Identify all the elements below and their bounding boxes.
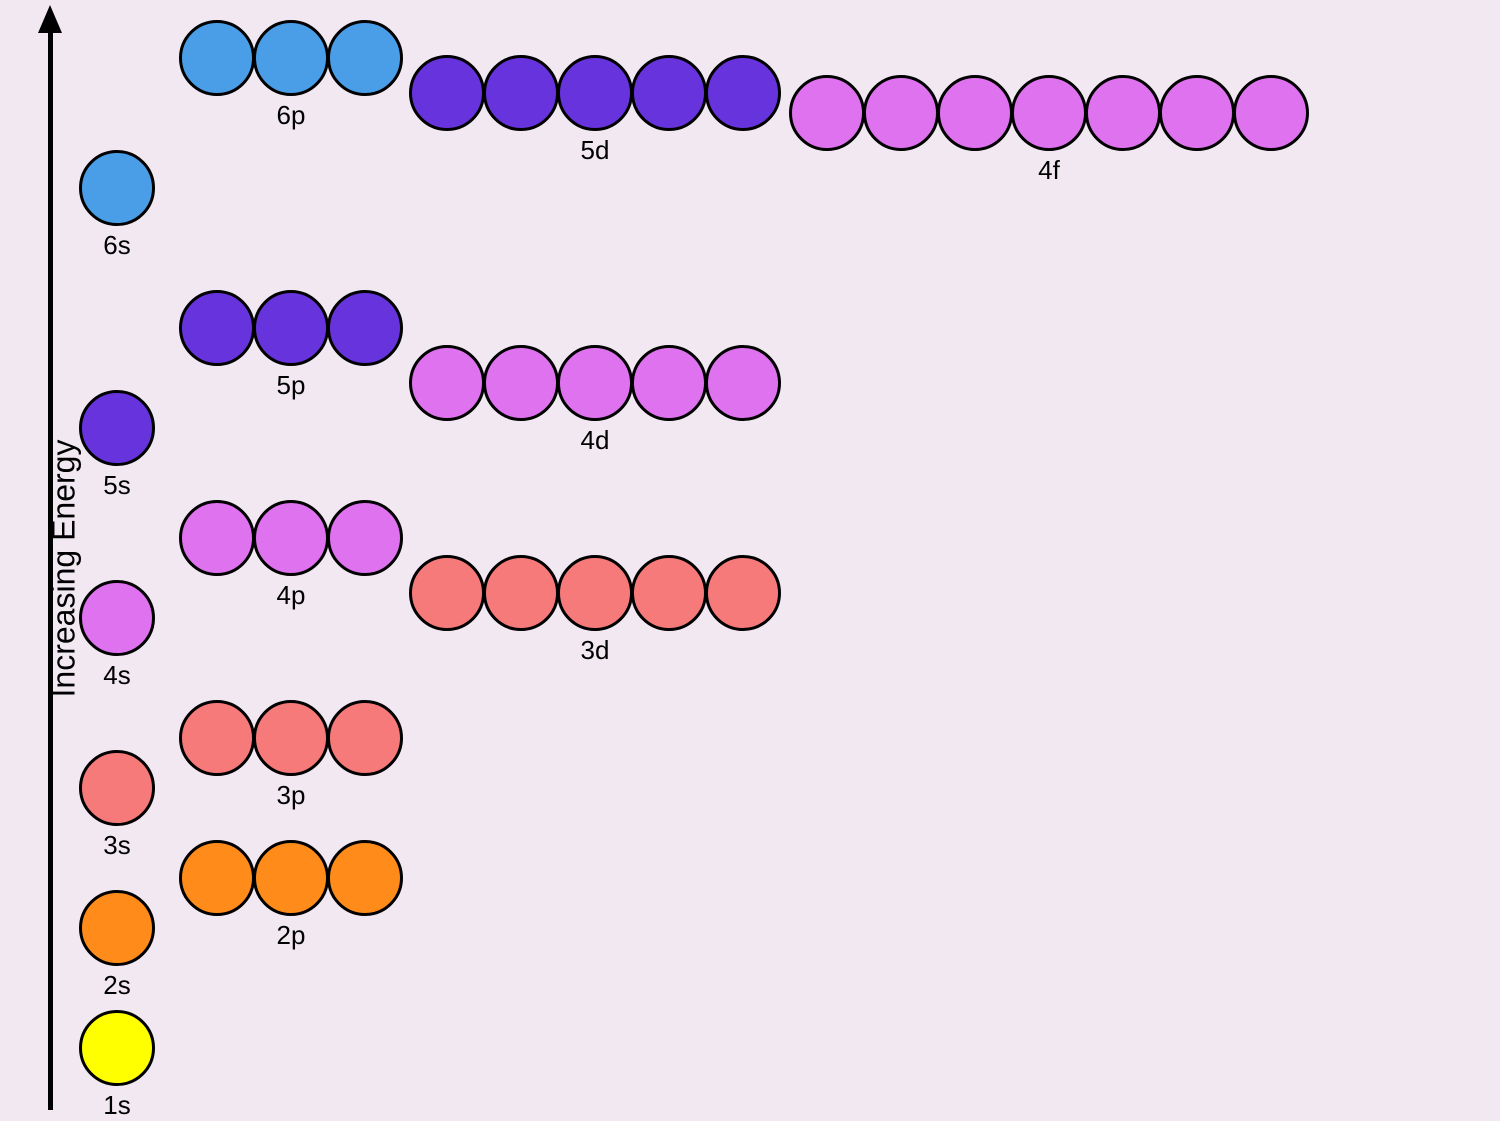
- orbital-circle: [253, 500, 329, 576]
- orbital-circle: [483, 555, 559, 631]
- orbital-circle: [253, 290, 329, 366]
- orbital-group-4f: 4f: [790, 75, 1308, 186]
- orbital-circles: [410, 345, 780, 421]
- orbital-circle: [327, 700, 403, 776]
- orbital-circle: [557, 345, 633, 421]
- orbital-group-6s: 6s: [80, 150, 154, 261]
- orbital-circle: [1085, 75, 1161, 151]
- orbital-circle: [483, 55, 559, 131]
- orbital-group-3p: 3p: [180, 700, 402, 811]
- orbital-group-1s: 1s: [80, 1010, 154, 1121]
- orbital-group-2s: 2s: [80, 890, 154, 1001]
- orbital-label: 4d: [581, 425, 610, 456]
- orbital-circle: [79, 750, 155, 826]
- orbital-group-5p: 5p: [180, 290, 402, 401]
- orbital-circles: [180, 20, 402, 96]
- orbital-circle: [1233, 75, 1309, 151]
- orbital-label: 4f: [1038, 155, 1060, 186]
- orbital-circle: [631, 55, 707, 131]
- orbital-circles: [410, 555, 780, 631]
- orbital-group-3d: 3d: [410, 555, 780, 666]
- orbital-label: 3p: [277, 780, 306, 811]
- orbital-group-5d: 5d: [410, 55, 780, 166]
- orbital-group-6p: 6p: [180, 20, 402, 131]
- orbital-circle: [789, 75, 865, 151]
- orbital-circle: [253, 840, 329, 916]
- orbital-circle: [179, 700, 255, 776]
- orbital-circles: [80, 580, 154, 656]
- orbital-circles: [180, 500, 402, 576]
- orbital-circle: [327, 290, 403, 366]
- orbital-circles: [410, 55, 780, 131]
- orbital-circle: [631, 555, 707, 631]
- orbital-circle: [179, 20, 255, 96]
- orbital-circles: [180, 840, 402, 916]
- orbital-circle: [179, 840, 255, 916]
- orbital-group-4p: 4p: [180, 500, 402, 611]
- orbital-circle: [409, 55, 485, 131]
- orbital-circle: [705, 345, 781, 421]
- orbital-circle: [327, 840, 403, 916]
- orbital-circles: [80, 390, 154, 466]
- orbital-circle: [79, 390, 155, 466]
- orbital-circle: [557, 555, 633, 631]
- orbital-circle: [705, 55, 781, 131]
- orbital-label: 5s: [103, 470, 130, 501]
- energy-level-diagram: Increasing Energy 1s 2s 2p 3s 3p 4s 3d 4p 5s 4d 5p…: [0, 0, 1500, 1118]
- orbital-group-4s: 4s: [80, 580, 154, 691]
- orbital-label: 6p: [277, 100, 306, 131]
- orbital-circle: [79, 1010, 155, 1086]
- orbital-circles: [80, 750, 154, 826]
- orbital-circle: [327, 500, 403, 576]
- orbital-circle: [409, 555, 485, 631]
- orbital-label: 4p: [277, 580, 306, 611]
- orbital-label: 1s: [103, 1090, 130, 1121]
- orbital-circle: [79, 150, 155, 226]
- orbital-circle: [1159, 75, 1235, 151]
- orbital-label: 4s: [103, 660, 130, 691]
- orbital-label: 2p: [277, 920, 306, 951]
- orbital-circle: [705, 555, 781, 631]
- energy-axis-label: Increasing Energy: [45, 440, 82, 698]
- orbital-circle: [1011, 75, 1087, 151]
- orbital-label: 5d: [581, 135, 610, 166]
- orbital-circle: [409, 345, 485, 421]
- orbital-circle: [557, 55, 633, 131]
- orbital-group-2p: 2p: [180, 840, 402, 951]
- orbital-circles: [80, 150, 154, 226]
- orbital-label: 6s: [103, 230, 130, 261]
- orbital-label: 5p: [277, 370, 306, 401]
- orbital-group-5s: 5s: [80, 390, 154, 501]
- orbital-group-4d: 4d: [410, 345, 780, 456]
- orbital-group-3s: 3s: [80, 750, 154, 861]
- orbital-circle: [327, 20, 403, 96]
- orbital-circles: [80, 1010, 154, 1086]
- orbital-circle: [253, 700, 329, 776]
- orbital-circle: [179, 290, 255, 366]
- orbital-circle: [79, 890, 155, 966]
- orbital-label: 2s: [103, 970, 130, 1001]
- orbital-circle: [863, 75, 939, 151]
- orbital-circles: [790, 75, 1308, 151]
- orbital-circles: [180, 700, 402, 776]
- orbital-circles: [80, 890, 154, 966]
- orbital-circle: [483, 345, 559, 421]
- orbital-circle: [253, 20, 329, 96]
- orbital-circle: [179, 500, 255, 576]
- orbital-label: 3s: [103, 830, 130, 861]
- orbital-circle: [79, 580, 155, 656]
- orbital-circle: [631, 345, 707, 421]
- orbital-label: 3d: [581, 635, 610, 666]
- orbital-circle: [937, 75, 1013, 151]
- orbital-circles: [180, 290, 402, 366]
- energy-axis-arrowhead: [38, 5, 62, 33]
